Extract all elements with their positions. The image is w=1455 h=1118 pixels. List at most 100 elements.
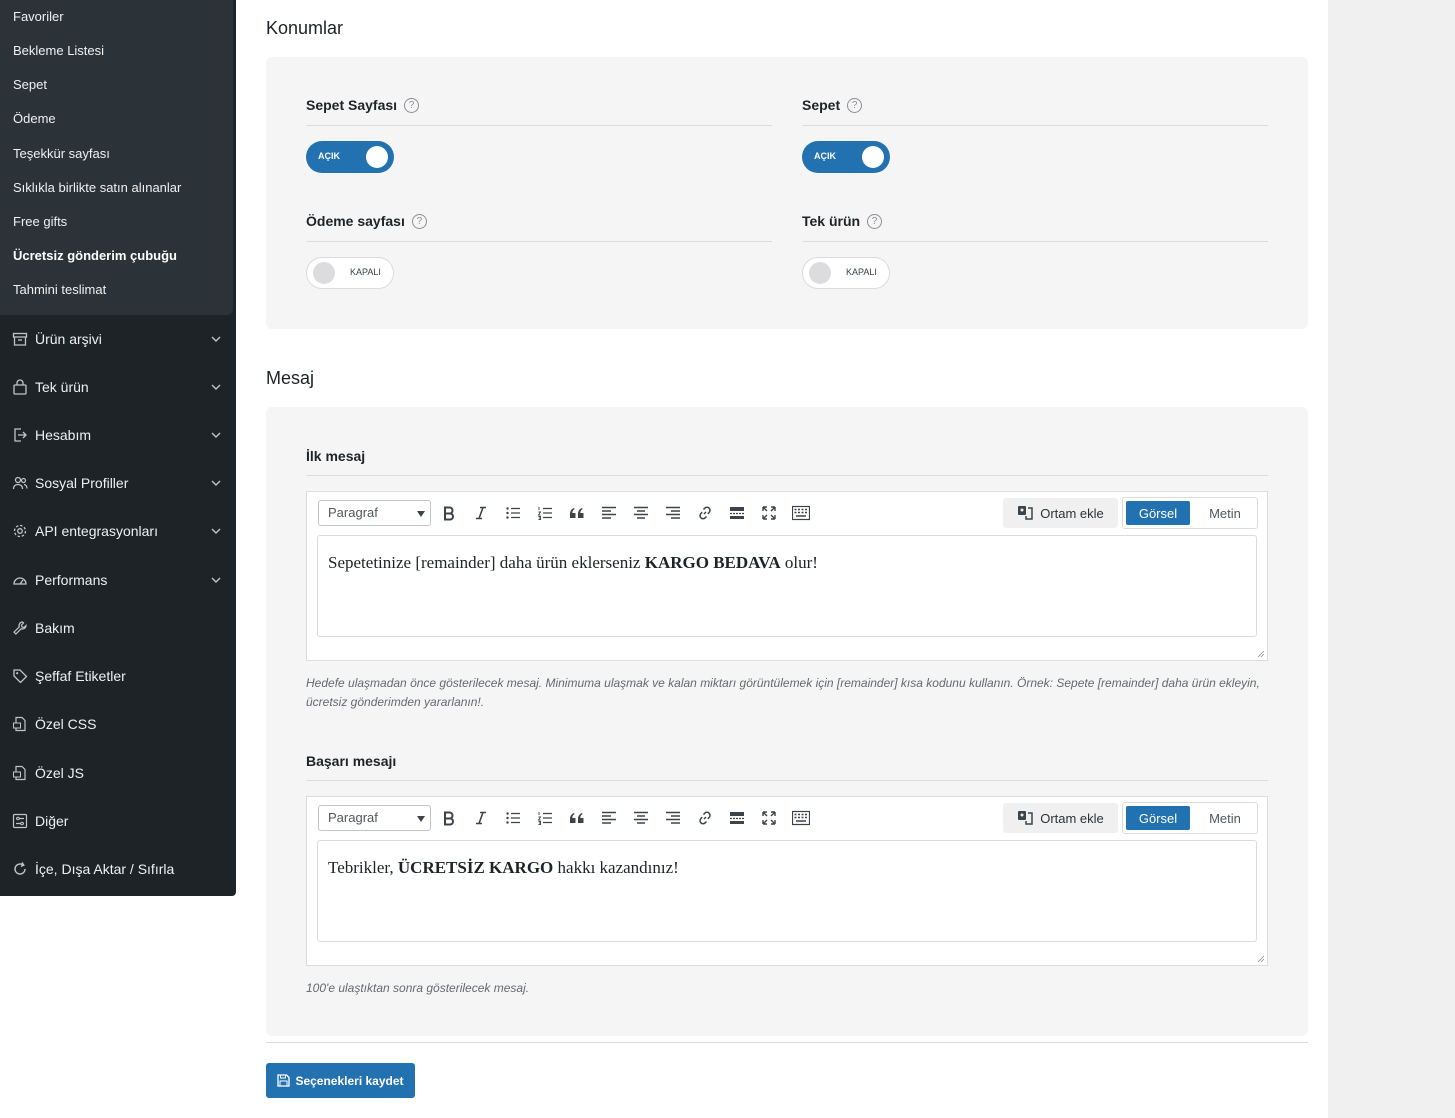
align-right-icon[interactable] bbox=[661, 806, 685, 830]
menu-item-bakim[interactable]: Bakım bbox=[0, 608, 236, 648]
help-icon[interactable]: ? bbox=[411, 213, 427, 229]
menu-item-api-entegrasyonlari[interactable]: API entegrasyonları bbox=[0, 511, 236, 551]
save-options-button[interactable]: Seçenekleri kaydet bbox=[266, 1063, 415, 1098]
menu-item-seffaf-etiketler[interactable]: Şeffaf Etiketler bbox=[0, 656, 236, 696]
format-select[interactable]: Paragraf bbox=[318, 500, 431, 526]
tab-text[interactable]: Metin bbox=[1195, 806, 1255, 830]
bold-icon[interactable] bbox=[437, 501, 461, 525]
bullet-list-icon[interactable] bbox=[501, 501, 525, 525]
admin-sidebar: Favoriler Bekleme Listesi Sepet Ödeme Te… bbox=[0, 0, 236, 896]
menu-item-performans[interactable]: Performans bbox=[0, 560, 236, 600]
label-text: Sepet bbox=[802, 97, 841, 113]
toggle-knob bbox=[809, 262, 831, 284]
toggle-state-label: AÇIK bbox=[318, 151, 340, 161]
toggle-checkout-page[interactable]: KAPALI bbox=[306, 257, 394, 289]
align-right-icon[interactable] bbox=[661, 501, 685, 525]
menu-label: Özel CSS bbox=[35, 716, 97, 732]
first-message-content[interactable]: Sepetetinize [remainder] daha ürün ekler… bbox=[317, 535, 1257, 637]
divider bbox=[306, 475, 1268, 476]
align-left-icon[interactable] bbox=[597, 501, 621, 525]
label-text: Tek ürün bbox=[802, 213, 861, 229]
divider bbox=[802, 125, 1268, 126]
format-select[interactable]: Paragraf bbox=[318, 805, 431, 831]
help-icon[interactable]: ? bbox=[867, 213, 883, 229]
submenu-item-odeme[interactable]: Ödeme bbox=[13, 111, 56, 127]
bold-icon[interactable] bbox=[437, 806, 461, 830]
label-text: Sepet Sayfası bbox=[306, 97, 398, 113]
read-more-icon[interactable] bbox=[725, 501, 749, 525]
fullscreen-icon[interactable] bbox=[757, 806, 781, 830]
divider bbox=[802, 241, 1268, 242]
bullet-list-icon[interactable] bbox=[501, 806, 525, 830]
submenu-item-favoriler[interactable]: Favoriler bbox=[13, 9, 64, 25]
success-message-content[interactable]: Tebrikler, ÜCRETSİZ KARGO hakkı kazandın… bbox=[317, 840, 1257, 942]
add-media-button[interactable]: Ortam ekle bbox=[1003, 498, 1118, 528]
floppy-disk-icon bbox=[277, 1074, 291, 1087]
menu-item-sosyal-profiller[interactable]: Sosyal Profiller bbox=[0, 463, 236, 503]
toggle-state-label: KAPALI bbox=[846, 267, 877, 277]
gear-icon bbox=[13, 524, 27, 538]
help-icon[interactable]: ? bbox=[404, 97, 420, 113]
menu-label: Sosyal Profiller bbox=[35, 475, 129, 491]
format-select-value: Paragraf bbox=[328, 505, 378, 520]
save-label: Seçenekleri kaydet bbox=[295, 1073, 404, 1088]
format-select-value: Paragraf bbox=[328, 810, 378, 825]
field-label-cart-page: Sepet Sayfası ? bbox=[306, 97, 420, 113]
align-left-icon[interactable] bbox=[597, 806, 621, 830]
archive-icon bbox=[12, 332, 28, 346]
divider bbox=[306, 125, 772, 126]
tab-visual[interactable]: Görsel bbox=[1126, 501, 1190, 525]
keyboard-icon[interactable] bbox=[789, 501, 813, 525]
italic-icon[interactable] bbox=[469, 501, 493, 525]
menu-item-ozel-js[interactable]: Özel JS bbox=[0, 753, 236, 793]
help-icon[interactable]: ? bbox=[847, 97, 863, 113]
chevron-down-icon bbox=[211, 528, 221, 534]
content-text: Tebrikler, bbox=[328, 858, 398, 877]
content-bold-text: ÜCRETSİZ KARGO bbox=[397, 858, 554, 877]
menu-item-tek-urun[interactable]: Tek ürün bbox=[0, 367, 236, 407]
align-center-icon[interactable] bbox=[629, 806, 653, 830]
submenu-item-tahmini-teslimat[interactable]: Tahmini teslimat bbox=[13, 282, 106, 298]
italic-icon[interactable] bbox=[469, 806, 493, 830]
menu-item-diger[interactable]: Diğer bbox=[0, 801, 236, 841]
content-text: Sepetetinize [remainder] daha ürün ekler… bbox=[328, 553, 645, 572]
field-label-first-message: İlk mesaj bbox=[306, 448, 366, 464]
menu-item-urun-arsivi[interactable]: Ürün arşivi bbox=[0, 319, 236, 359]
submenu-item-free-gifts[interactable]: Free gifts bbox=[13, 214, 67, 230]
blockquote-icon[interactable] bbox=[565, 806, 589, 830]
submenu-item-sepet[interactable]: Sepet bbox=[13, 77, 47, 93]
tab-text[interactable]: Metin bbox=[1195, 501, 1255, 525]
blockquote-icon[interactable] bbox=[565, 501, 589, 525]
toggle-state-label: AÇIK bbox=[814, 151, 836, 161]
login-icon bbox=[14, 428, 27, 442]
numbered-list-icon[interactable] bbox=[533, 806, 557, 830]
submenu-item-ucretsiz-gonderim[interactable]: Ücretsiz gönderim çubuğu bbox=[13, 248, 177, 264]
keyboard-icon[interactable] bbox=[789, 806, 813, 830]
link-icon[interactable] bbox=[693, 806, 717, 830]
resize-handle-icon[interactable] bbox=[1257, 650, 1265, 658]
link-icon[interactable] bbox=[693, 501, 717, 525]
menu-item-hesabim[interactable]: Hesabım bbox=[0, 415, 236, 455]
submenu-item-tesekkur[interactable]: Teşekkür sayfası bbox=[13, 146, 110, 162]
field-label-cart: Sepet ? bbox=[802, 97, 863, 113]
toggle-cart-page[interactable]: AÇIK bbox=[306, 141, 394, 173]
menu-label: Diğer bbox=[35, 813, 69, 829]
submenu-item-bekleme-listesi[interactable]: Bekleme Listesi bbox=[13, 43, 104, 59]
menu-label: Hesabım bbox=[35, 427, 92, 443]
first-message-description: Hedefe ulaşmadan önce gösterilecek mesaj… bbox=[306, 676, 1260, 709]
align-center-icon[interactable] bbox=[629, 501, 653, 525]
resize-handle-icon[interactable] bbox=[1257, 955, 1265, 963]
toggle-cart[interactable]: AÇIK bbox=[802, 141, 890, 173]
add-media-button[interactable]: Ortam ekle bbox=[1003, 803, 1118, 833]
field-label-single-product: Tek ürün ? bbox=[802, 213, 883, 229]
menu-item-ozel-css[interactable]: Özel CSS bbox=[0, 704, 236, 744]
read-more-icon[interactable] bbox=[725, 806, 749, 830]
tab-visual[interactable]: Görsel bbox=[1126, 806, 1190, 830]
fullscreen-icon[interactable] bbox=[757, 501, 781, 525]
first-message-editor: Paragraf Ortam ekle Görsel Metin Sepetet… bbox=[306, 491, 1268, 661]
menu-item-ice-disa-aktar[interactable]: İçe, Dışa Aktar / Sıfırla bbox=[0, 849, 236, 889]
numbered-list-icon[interactable] bbox=[533, 501, 557, 525]
toggle-single-product[interactable]: KAPALI bbox=[802, 257, 890, 289]
submenu-item-siklikla[interactable]: Sıklıkla birlikte satın alınanlar bbox=[13, 180, 181, 196]
chevron-down-icon bbox=[211, 480, 221, 486]
